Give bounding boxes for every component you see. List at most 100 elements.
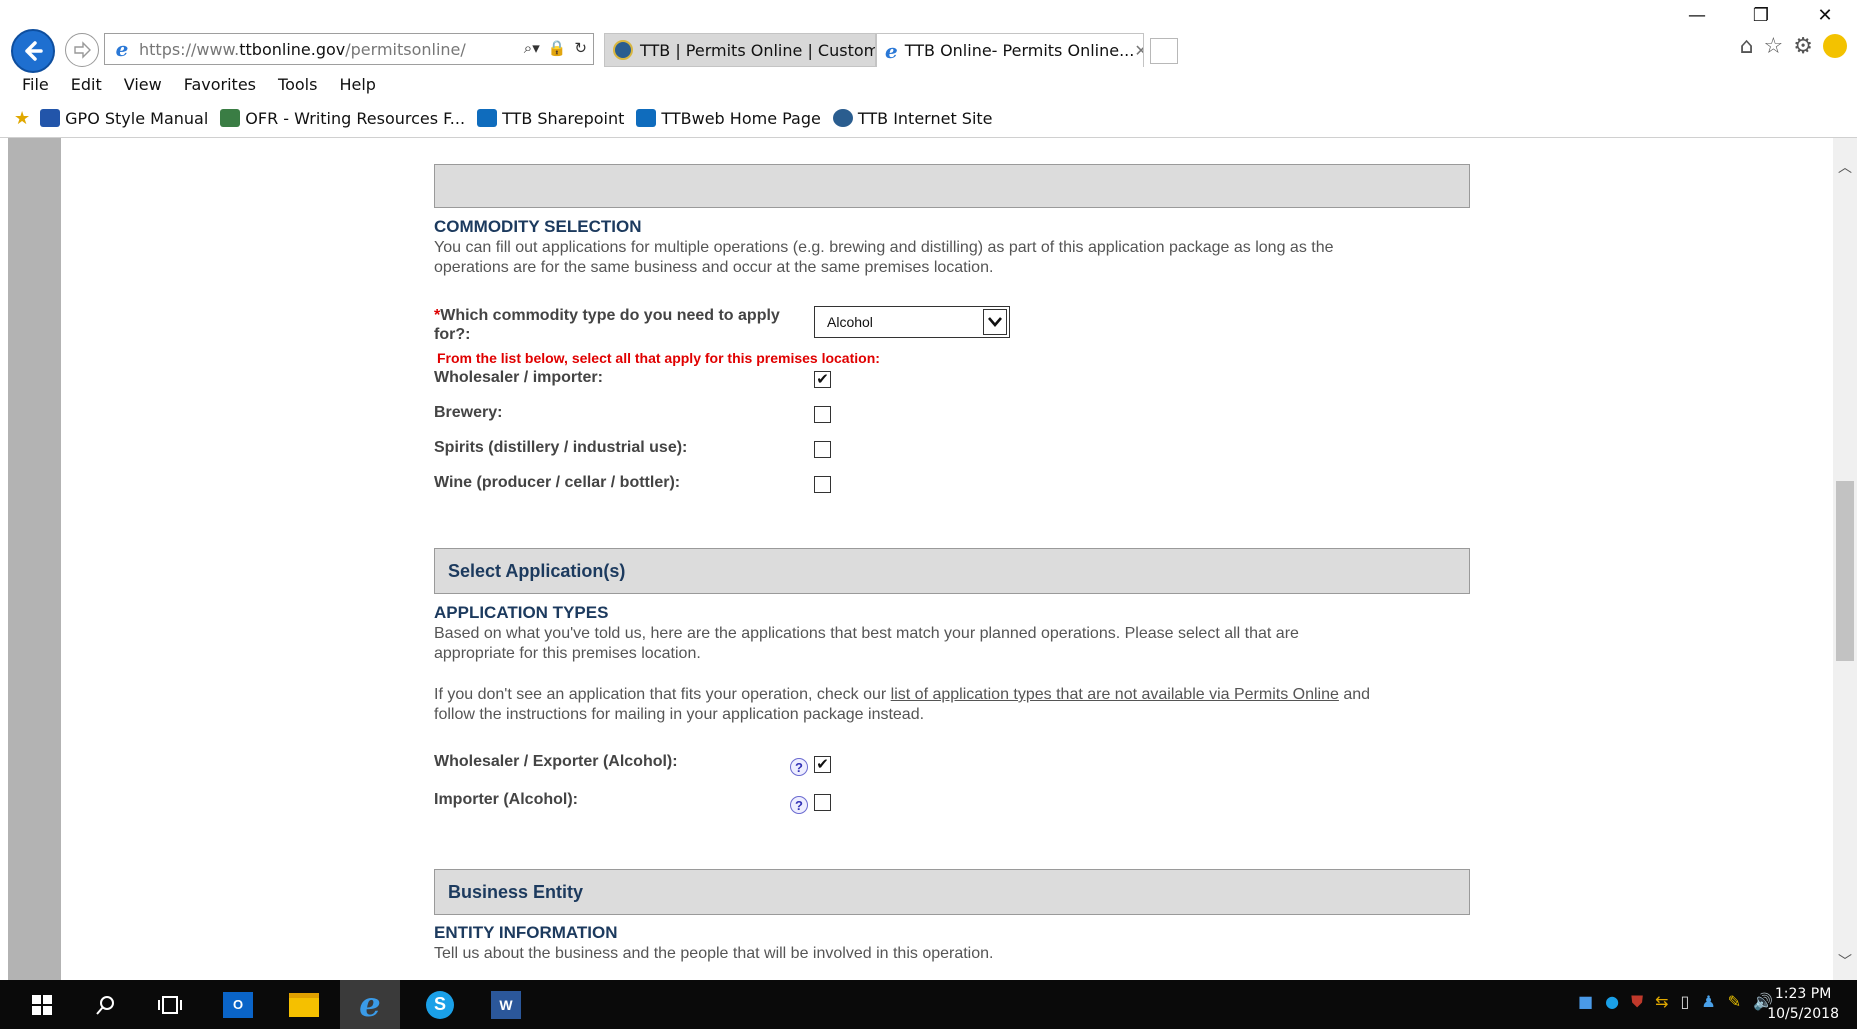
favorites-bar: ★ GPO Style Manual OFR - Writing Resourc…	[0, 104, 1857, 132]
favorite-ofr-writing-resources[interactable]: OFR - Writing Resources F...	[220, 109, 465, 128]
system-clock[interactable]: 1:23 PM 10/5/2018	[1767, 984, 1839, 1024]
search-icon[interactable]: ⌕▾	[524, 39, 540, 57]
favorites-star-icon[interactable]: ☆	[1764, 34, 1784, 59]
left-margin-panel	[8, 138, 61, 980]
commodity-intro: You can fill out applications for multip…	[434, 239, 1334, 276]
file-explorer-icon[interactable]	[274, 980, 334, 1029]
application-types-note: If you don't see an application that fit…	[434, 686, 1371, 723]
menu-help[interactable]: Help	[328, 75, 386, 94]
outlook-tray-icon[interactable]: ■	[1578, 992, 1593, 1012]
settings-gear-icon[interactable]: ⚙	[1793, 34, 1813, 59]
address-bar[interactable]: e https://www.ttbonline.gov/permitsonlin…	[104, 33, 594, 65]
home-icon[interactable]: ⌂	[1740, 34, 1754, 59]
gpo-icon	[40, 109, 61, 127]
search-icon[interactable]	[76, 980, 136, 1029]
forward-arrow-icon	[74, 41, 91, 59]
checkbox-importer[interactable]	[814, 794, 831, 811]
application-label-importer: Importer (Alcohol):	[434, 791, 578, 808]
restore-button[interactable]: ❐	[1729, 0, 1793, 30]
tab-ttb-permits-online[interactable]: TTB | Permits Online | Custom...	[604, 33, 876, 67]
checkbox-wholesaler-exporter[interactable]: ✔	[814, 756, 831, 773]
favorite-gpo-style-manual[interactable]: GPO Style Manual	[40, 109, 208, 128]
checkbox-brewery[interactable]	[814, 406, 831, 423]
favorite-ttb-sharepoint[interactable]: TTB Sharepoint	[477, 109, 624, 128]
vertical-scrollbar[interactable]: ︿ ﹀	[1833, 138, 1857, 980]
security-shield-icon[interactable]: ⛊	[1631, 992, 1643, 1012]
option-label-wholesaler-importer: Wholesaler / importer:	[434, 369, 603, 386]
commodity-type-select[interactable]: Alcohol	[814, 306, 1010, 338]
application-types-intro: Based on what you've told us, here are t…	[434, 625, 1299, 662]
business-entity-header: Business Entity	[434, 869, 1470, 915]
option-label-wine: Wine (producer / cellar / bottler):	[434, 474, 681, 491]
help-icon[interactable]: ?	[790, 796, 808, 814]
ofr-icon	[220, 109, 241, 127]
menu-view[interactable]: View	[113, 75, 173, 94]
task-view-icon[interactable]	[140, 980, 200, 1029]
outlook-icon[interactable]: O	[208, 980, 268, 1029]
lock-icon[interactable]: 🔒	[548, 39, 567, 57]
favorite-ttbweb-home-page[interactable]: TTBweb Home Page	[636, 109, 821, 128]
application-types-heading: APPLICATION TYPES	[434, 603, 609, 622]
notes-icon[interactable]: ✎	[1728, 992, 1741, 1012]
scroll-down-icon[interactable]: ﹀	[1833, 950, 1857, 972]
entity-information-intro: Tell us about the business and the peopl…	[434, 945, 994, 962]
option-label-spirits: Spirits (distillery / industrial use):	[434, 439, 688, 456]
scroll-up-icon[interactable]: ︿	[1833, 156, 1857, 178]
option-label-brewery: Brewery:	[434, 404, 503, 421]
ttb-seal-icon	[832, 109, 853, 127]
feedback-smiley-icon[interactable]	[1823, 34, 1847, 58]
scroll-thumb[interactable]	[1836, 481, 1854, 661]
word-icon[interactable]: W	[476, 980, 536, 1029]
close-tab-icon[interactable]: ✕	[1134, 41, 1143, 60]
window-controls: — ❐ ✕	[1665, 0, 1857, 30]
select-applications-header: Select Application(s)	[434, 548, 1470, 594]
commodity-type-question: *Which commodity type do you need to app…	[434, 307, 780, 343]
browser-toolbar-icons: ⌂ ☆ ⚙	[1740, 34, 1847, 59]
commodity-selection-heading: COMMODITY SELECTION	[434, 217, 642, 236]
windows-taskbar: O e S W ■ ● ⛊ ⇆ ▯ ♟ ✎ 🔊 1:23 PM 10/5/201…	[0, 980, 1857, 1029]
close-window-button[interactable]: ✕	[1793, 0, 1857, 30]
back-button[interactable]	[11, 29, 55, 73]
unavailable-application-types-link[interactable]: list of application types that are not a…	[891, 686, 1339, 703]
tab-title: TTB | Permits Online | Custom...	[640, 40, 876, 60]
favorite-ttb-internet-site[interactable]: TTB Internet Site	[832, 109, 993, 128]
checkbox-wholesaler-importer[interactable]: ✔	[814, 371, 831, 388]
commodity-instruction: From the list below, select all that app…	[437, 350, 880, 366]
sharepoint-icon	[477, 109, 498, 127]
refresh-icon[interactable]: ↻	[574, 39, 587, 57]
ie-icon: e	[885, 38, 898, 63]
chevron-down-icon[interactable]	[983, 309, 1007, 335]
forward-button[interactable]	[65, 33, 99, 67]
tab-ttb-online-active[interactable]: e TTB Online- Permits Online... ✕	[876, 33, 1144, 67]
menu-tools[interactable]: Tools	[267, 75, 328, 94]
url-text[interactable]: https://www.ttbonline.gov/permitsonline/	[139, 40, 466, 59]
address-bar-tools: ⌕▾ 🔒 ↻	[524, 39, 587, 57]
checkbox-wine[interactable]	[814, 476, 831, 493]
help-icon[interactable]: ?	[790, 758, 808, 776]
network-user-icon[interactable]: ♟	[1701, 992, 1715, 1012]
top-section-box	[434, 164, 1470, 208]
ie-icon: e	[115, 37, 129, 61]
usb-device-icon[interactable]: ▯	[1681, 992, 1690, 1012]
tab-title: TTB Online- Permits Online...	[904, 41, 1135, 60]
menu-favorites[interactable]: Favorites	[173, 75, 267, 94]
skype-tray-icon[interactable]: ●	[1605, 992, 1619, 1012]
system-tray: ■ ● ⛊ ⇆ ▯ ♟ ✎ 🔊	[1578, 992, 1773, 1012]
entity-information-heading: ENTITY INFORMATION	[434, 923, 618, 942]
menu-edit[interactable]: Edit	[60, 75, 113, 94]
start-icon[interactable]	[12, 980, 72, 1029]
internet-explorer-icon[interactable]: e	[340, 980, 400, 1029]
favorites-bar-star-icon[interactable]: ★	[14, 108, 30, 129]
checkbox-spirits[interactable]	[814, 441, 831, 458]
ttb-seal-icon	[613, 40, 633, 60]
minimize-button[interactable]: —	[1665, 0, 1729, 30]
sync-icon[interactable]: ⇆	[1655, 992, 1668, 1012]
page-viewport: COMMODITY SELECTION You can fill out app…	[0, 138, 1857, 980]
new-tab-button[interactable]	[1150, 38, 1178, 64]
application-label-wholesaler-exporter: Wholesaler / Exporter (Alcohol):	[434, 753, 678, 770]
menu-file[interactable]: File	[0, 75, 60, 94]
sharepoint-icon	[636, 109, 657, 127]
menu-bar: File Edit View Favorites Tools Help	[0, 70, 387, 98]
back-arrow-icon	[25, 41, 43, 61]
skype-icon[interactable]: S	[410, 980, 470, 1029]
